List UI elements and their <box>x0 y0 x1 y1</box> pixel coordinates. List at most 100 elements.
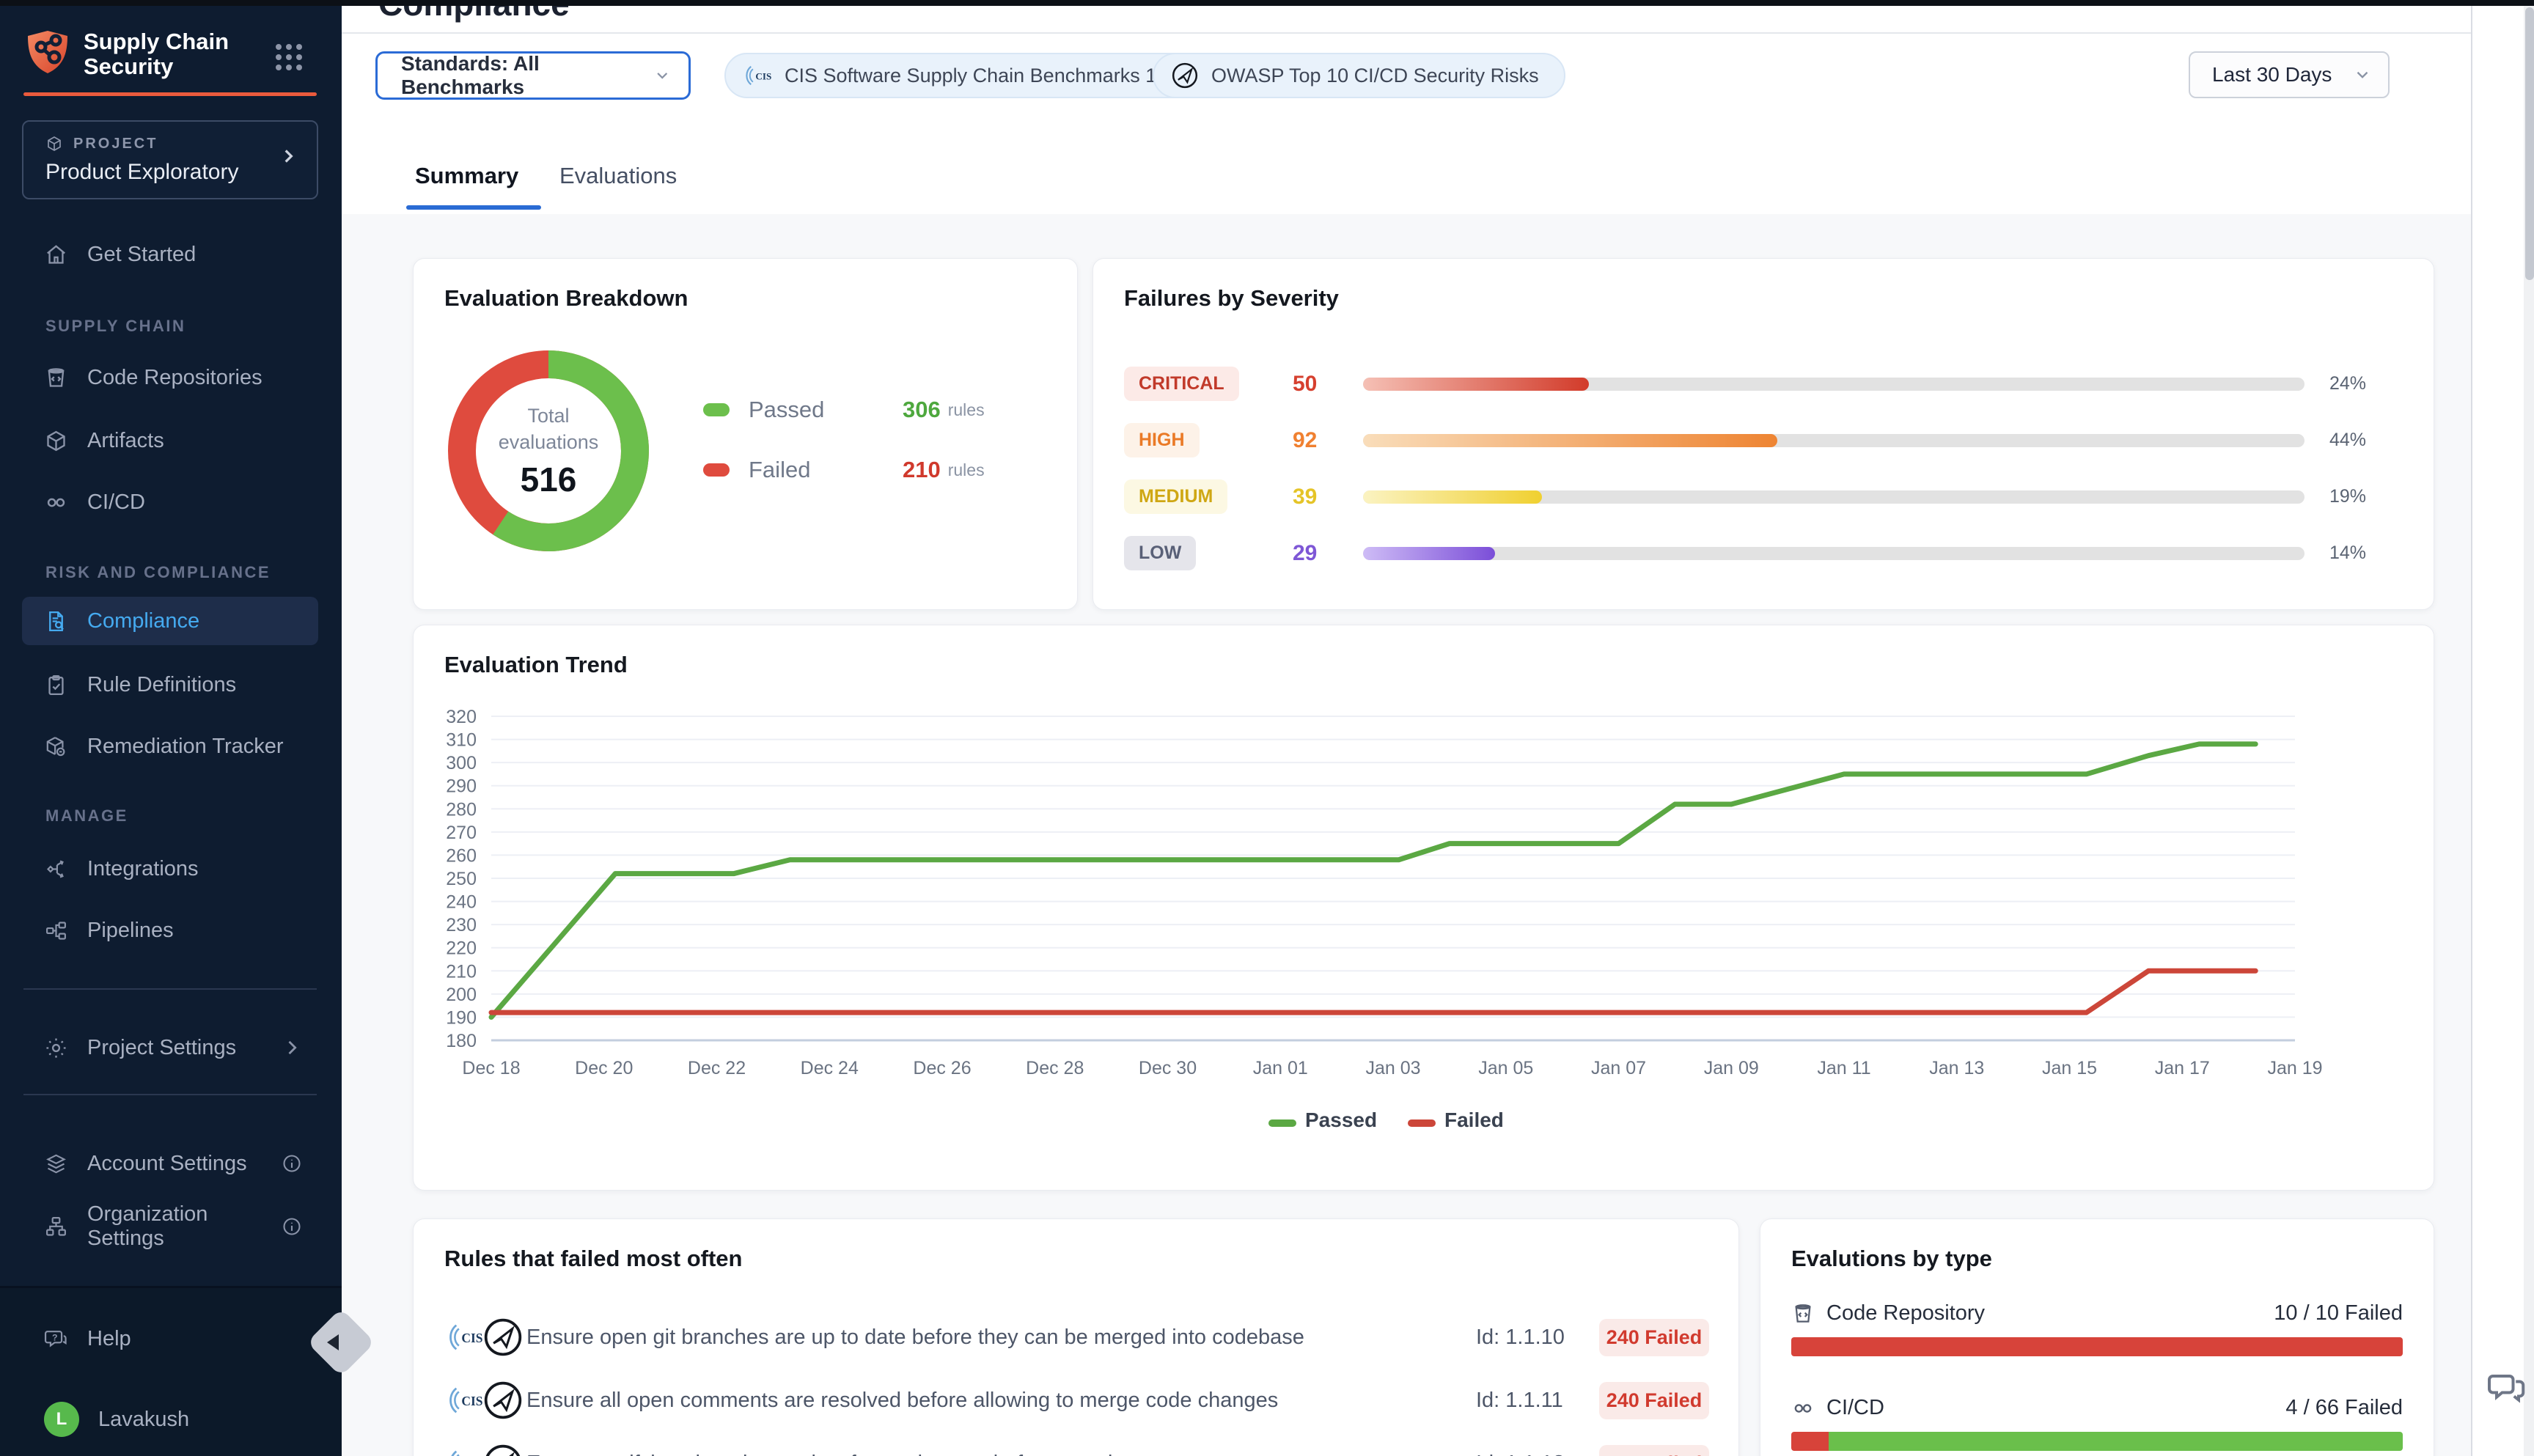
severity-row: MEDIUM3919% <box>1124 468 2403 525</box>
rule-row[interactable]: CISEnsure open git branches are up to da… <box>444 1306 1709 1369</box>
rule-id: Id: 1.1.11 <box>1476 1389 1599 1413</box>
sidebar-item-pipelines[interactable]: Pipelines <box>22 906 318 955</box>
standard-chip-owasp[interactable]: OWASP Top 10 CI/CD Security Risks <box>1153 53 1565 98</box>
app-title: Supply Chain Security <box>84 29 229 79</box>
type-bar-failed <box>1791 1337 2403 1356</box>
sidebar-item-integrations[interactable]: Integrations <box>22 845 318 893</box>
x-tick-label: Dec 28 <box>1026 1058 1084 1078</box>
svg-text:CIS: CIS <box>755 70 771 81</box>
svg-text:?: ? <box>52 1332 58 1342</box>
severity-bar-fill <box>1363 490 1542 504</box>
gear-icon <box>44 1036 68 1060</box>
y-tick-label: 320 <box>446 707 477 727</box>
y-tick-label: 180 <box>446 1031 477 1051</box>
compliance-doc-icon <box>44 609 68 633</box>
main-content: Compliance Standards: All Benchmarks CIS… <box>342 6 2471 1456</box>
sidebar-item-account-settings[interactable]: Account Settings <box>22 1139 318 1188</box>
cis-icon: CIS <box>444 1380 485 1421</box>
sidebar-section-manage: MANAGE <box>45 806 128 826</box>
severity-count: 92 <box>1293 428 1363 453</box>
rule-id: Id: 1.1.12 <box>1476 1452 1599 1456</box>
standard-chip-cis[interactable]: CIS CIS Software Supply Chain Benchmarks… <box>724 53 1200 98</box>
infinity-icon <box>1791 1397 1815 1420</box>
project-selector[interactable]: PROJECT Product Exploratory <box>22 120 318 199</box>
sidebar-section-supply-chain: SUPPLY CHAIN <box>45 317 186 336</box>
infinity-icon <box>44 490 68 515</box>
standards-dropdown[interactable]: Standards: All Benchmarks <box>375 51 691 100</box>
x-tick-label: Dec 26 <box>913 1058 971 1078</box>
rule-description: Ensure open git branches are up to date … <box>526 1326 1476 1350</box>
x-tick-label: Jan 11 <box>1817 1058 1870 1078</box>
x-tick-label: Dec 22 <box>688 1058 746 1078</box>
sidebar-item-remediation-tracker[interactable]: Remediation Tracker <box>22 722 318 771</box>
sidebar-item-rule-definitions[interactable]: Rule Definitions <box>22 661 318 709</box>
severity-percent: 14% <box>2329 543 2403 564</box>
pipelines-icon <box>44 919 68 943</box>
chat-help-icon[interactable] <box>2486 1365 2530 1409</box>
legend-label: Failed <box>749 457 903 483</box>
sidebar-item-artifacts[interactable]: Artifacts <box>22 416 318 465</box>
app-window: Supply Chain Security PROJECT Product Ex… <box>0 0 2534 1456</box>
rule-failed-badge: 240 Failed <box>1599 1382 1709 1419</box>
legend-swatch <box>703 403 730 416</box>
rule-failed-badge: 240 Failed <box>1599 1445 1709 1456</box>
type-bar-failed <box>1791 1432 1829 1451</box>
legend-swatch <box>1408 1119 1436 1127</box>
sidebar-footer: ? Help L Lavakush <box>0 1286 342 1456</box>
y-tick-label: 200 <box>446 985 477 1005</box>
sidebar-item-organization-settings[interactable]: Organization Settings <box>22 1202 318 1251</box>
type-label: CI/CD <box>1826 1396 1884 1420</box>
x-tick-label: Jan 17 <box>2155 1058 2210 1078</box>
type-bar-passed <box>1829 1432 2403 1451</box>
module-grid-icon[interactable] <box>273 41 305 73</box>
sidebar-item-get-started[interactable]: Get Started <box>22 230 318 279</box>
rule-row[interactable]: CISEnsure all open comments are resolved… <box>444 1369 1709 1432</box>
severity-bar-track <box>1363 547 2305 560</box>
x-tick-label: Jan 19 <box>2267 1058 2322 1078</box>
scrollbar-thumb[interactable] <box>2525 7 2534 280</box>
severity-row: HIGH9244% <box>1124 412 2403 468</box>
y-tick-label: 270 <box>446 823 477 843</box>
info-icon <box>282 1216 302 1237</box>
sidebar-item-cicd[interactable]: CI/CD <box>22 478 318 526</box>
active-tab-underline <box>406 205 541 210</box>
severity-percent: 24% <box>2329 373 2403 394</box>
severity-percent: 19% <box>2329 486 2403 507</box>
scrollbar-track[interactable] <box>2524 0 2534 1456</box>
severity-bar-track <box>1363 434 2305 447</box>
owasp-icon <box>1170 61 1200 90</box>
right-gutter <box>2471 0 2534 1456</box>
cis-icon: CIS <box>444 1443 485 1456</box>
type-row: CI/CD4 / 66 Failed <box>1791 1396 2403 1451</box>
window-top-strip <box>0 0 2534 6</box>
type-failed-count: 10 / 10 Failed <box>2274 1301 2403 1326</box>
y-tick-label: 280 <box>446 799 477 820</box>
rule-row[interactable]: CISEnsure verifying signed commits of ne… <box>444 1432 1709 1456</box>
x-tick-label: Jan 03 <box>1365 1058 1420 1078</box>
evaluation-breakdown-card: Evaluation Breakdown Total evaluations 5… <box>413 258 1078 610</box>
sidebar-item-project-settings[interactable]: Project Settings <box>22 1023 318 1072</box>
owasp-icon <box>482 1380 524 1421</box>
legend-label: Passed <box>749 397 903 423</box>
x-tick-label: Jan 01 <box>1253 1058 1308 1078</box>
sidebar-item-help[interactable]: ? Help <box>22 1315 318 1363</box>
sidebar-user[interactable]: L Lavakush <box>22 1395 318 1444</box>
code-repo-icon <box>1791 1302 1815 1326</box>
tab-evaluations[interactable]: Evaluations <box>559 163 677 189</box>
card-title: Evalutions by type <box>1791 1246 1992 1272</box>
legend-row: Passed306rules <box>703 397 985 423</box>
severity-bar-track <box>1363 490 2305 504</box>
date-range-dropdown[interactable]: Last 30 Days <box>2189 51 2390 98</box>
chevron-right-icon <box>282 1037 302 1058</box>
legend-label: Failed <box>1444 1108 1504 1131</box>
sidebar-item-compliance[interactable]: Compliance <box>22 597 318 645</box>
y-tick-label: 310 <box>446 730 477 751</box>
x-tick-label: Jan 05 <box>1478 1058 1533 1078</box>
layers-icon <box>44 1152 68 1176</box>
project-cube-icon <box>45 135 63 152</box>
sidebar-section-risk: RISK AND COMPLIANCE <box>45 563 271 582</box>
tab-summary[interactable]: Summary <box>415 163 518 189</box>
sidebar-item-code-repositories[interactable]: Code Repositories <box>22 353 318 402</box>
card-title: Evaluation Breakdown <box>444 285 688 312</box>
clipboard-check-icon <box>44 673 68 697</box>
